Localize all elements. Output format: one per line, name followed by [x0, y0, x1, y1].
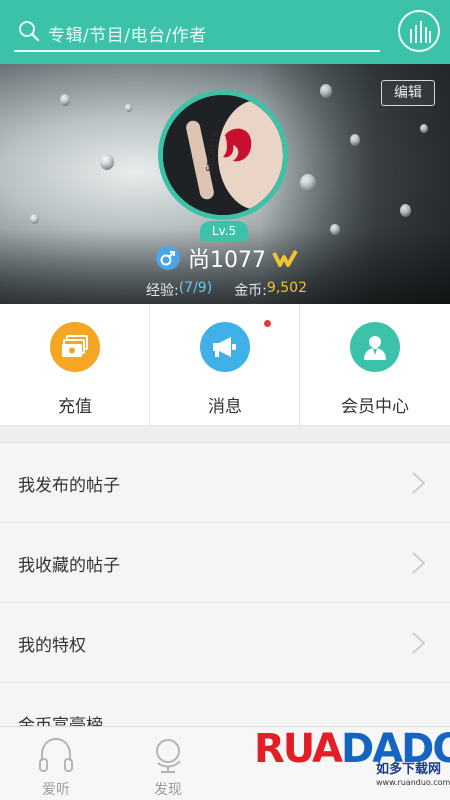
menu-list: 我发布的帖子 我收藏的帖子 我的特权 金币富豪榜	[0, 442, 450, 762]
tab-listen[interactable]: 爱听	[16, 727, 96, 800]
raindrop	[125, 104, 132, 112]
vip-badge-icon	[272, 250, 298, 267]
chevron-right-icon	[412, 472, 426, 494]
messages-label: 消息	[208, 397, 242, 417]
watermark-url: www.ruanduo.com	[376, 778, 450, 787]
raindrop	[350, 134, 360, 146]
megaphone-icon	[200, 322, 250, 372]
raindrop	[400, 204, 411, 217]
member-icon	[350, 322, 400, 372]
user-stats: 经验: (7/9) 金币: 9,502	[146, 280, 307, 300]
raindrop	[320, 84, 332, 98]
avatar-image: SECRETS	[163, 95, 283, 215]
chevron-right-icon	[412, 632, 426, 654]
tab-discover[interactable]: 发现	[128, 727, 208, 800]
member-center-button[interactable]: 会员中心	[300, 304, 450, 426]
quick-actions: 充值 消息 会员中心	[0, 304, 450, 426]
raindrop	[30, 214, 39, 224]
avatar[interactable]: SECRETS	[158, 90, 288, 220]
watermark-logo: RUADADO 如多下载网 www.ruanduo.com	[248, 724, 450, 800]
username: 尚1077	[188, 248, 266, 273]
tab-label: 发现	[154, 782, 182, 798]
coin-value: 9,502	[266, 280, 307, 296]
edit-profile-button[interactable]: 编辑	[381, 80, 435, 106]
chevron-right-icon	[412, 552, 426, 574]
exp-value: (7/9)	[178, 280, 213, 296]
tab-label: 爱听	[42, 782, 70, 798]
list-item-label: 我发布的帖子	[18, 476, 120, 496]
recharge-label: 充值	[58, 397, 92, 417]
list-item-privileges[interactable]: 我的特权	[0, 602, 450, 682]
raindrop	[60, 94, 70, 106]
search-input[interactable]: 专辑/节目/电台/作者	[14, 12, 380, 52]
list-item-favorite-posts[interactable]: 我收藏的帖子	[0, 522, 450, 602]
equalizer-icon	[410, 21, 431, 43]
list-item-label: 我的特权	[18, 636, 86, 656]
top-bar: 专辑/节目/电台/作者	[0, 0, 450, 64]
list-item-label: 我收藏的帖子	[18, 556, 120, 576]
male-icon	[156, 246, 180, 270]
search-icon	[19, 21, 40, 42]
unread-dot	[264, 320, 271, 327]
coin-label: 金币:	[234, 283, 267, 299]
profile-header: 编辑 SECRETS Lv.5 尚1077 经验: (7/9) 金币: 9,50…	[0, 64, 450, 304]
watermark-cn: 如多下载网	[376, 762, 442, 777]
now-playing-button[interactable]	[398, 10, 440, 52]
username-row: 尚1077	[156, 242, 298, 274]
raindrop	[420, 124, 428, 133]
messages-button[interactable]: 消息	[150, 304, 300, 426]
list-item-my-posts[interactable]: 我发布的帖子	[0, 442, 450, 522]
raindrop	[100, 154, 114, 170]
recharge-button[interactable]: 充值	[0, 304, 150, 426]
level-badge: Lv.5	[200, 221, 248, 241]
member-center-label: 会员中心	[341, 397, 409, 417]
headphones-icon	[39, 737, 73, 772]
search-placeholder: 专辑/节目/电台/作者	[48, 26, 207, 46]
globe-icon	[156, 739, 181, 773]
exp-label: 经验:	[146, 283, 179, 299]
wallet-icon	[50, 322, 100, 372]
raindrop	[300, 174, 316, 192]
